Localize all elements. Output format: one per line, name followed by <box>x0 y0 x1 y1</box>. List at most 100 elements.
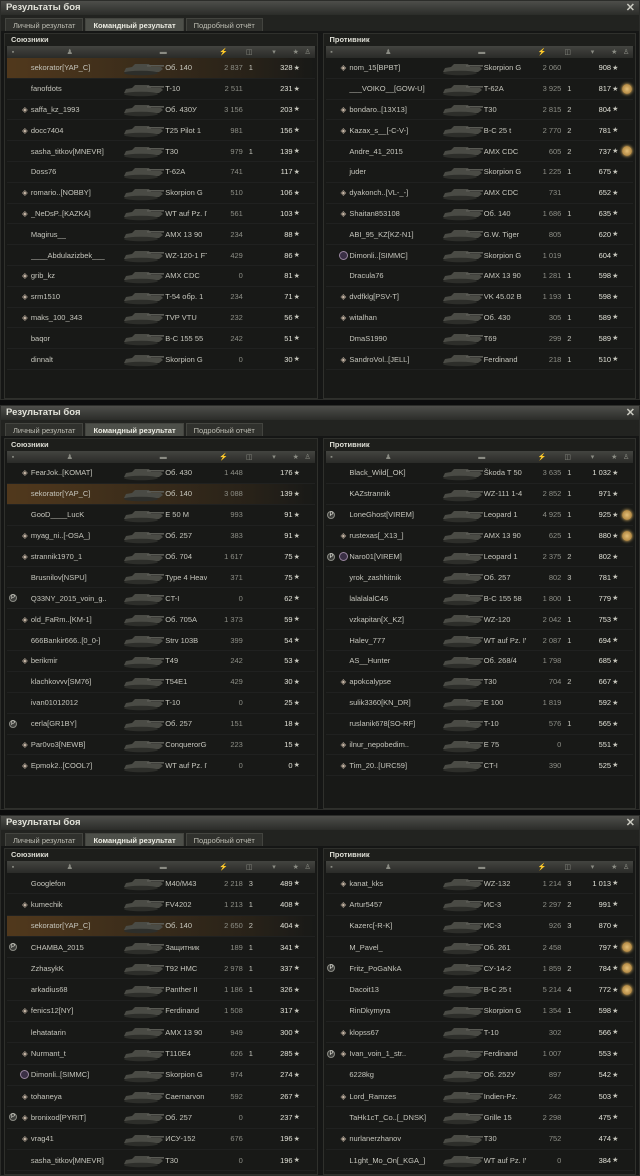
player-name[interactable]: cerla[GR1BY] <box>31 719 122 728</box>
player-row[interactable]: 666Bankir666..[0_0-] Strv 103B 399 54 ★ <box>7 630 315 652</box>
player-row[interactable]: ◈ old_FaRm..[KM-1] Об. 705A 1 373 59 ★ <box>7 609 315 631</box>
player-row[interactable]: Magirus__ AMX 13 90 234 88 ★ <box>7 224 315 246</box>
player-name[interactable]: vzkapitan[X_KZ] <box>349 615 440 624</box>
player-name[interactable]: GooD____LucK <box>31 510 122 519</box>
player-name[interactable]: Fritz_PoGaNkA <box>349 964 440 973</box>
player-name[interactable]: Dracula76 <box>349 271 440 280</box>
player-name[interactable]: kumechik <box>31 900 122 909</box>
player-row[interactable]: ◈Par0vo3[NEWB] ConquerorGC 223 15★ <box>7 735 315 756</box>
player-row[interactable]: ivan01012012 T-10 0 25 ★ <box>7 693 315 714</box>
player-name[interactable]: 6228kg <box>349 1070 440 1079</box>
player-row[interactable]: ◈ kumechik FV4202 1 213 1 408 ★ <box>7 894 315 916</box>
player-row[interactable]: RinDkymyra Skorpion G 1 354 1 598 ★ <box>325 1001 633 1023</box>
player-row[interactable]: sekorator[YAP_C] Об. 140 2 837 1 328 ★ <box>7 58 315 79</box>
player-name[interactable]: Dimonli..[SIMMC] <box>31 1070 122 1079</box>
player-name[interactable]: dvdfklg[PSV-T] <box>349 292 440 301</box>
player-name[interactable]: Nurmant_t <box>31 1049 122 1058</box>
player-name[interactable]: Epmok2..[COOL7] <box>31 761 122 770</box>
kills-column-icon[interactable]: ◫ <box>241 863 257 871</box>
player-name[interactable]: lehatatarin <box>31 1028 122 1037</box>
platoon-column-icon[interactable]: ▪ <box>7 49 19 56</box>
player-row[interactable]: ___VOIKO__[GOW-U] T-62A 3 925 1 817 ★ <box>325 79 633 100</box>
player-name[interactable]: Shaitan853108 <box>349 209 440 218</box>
player-row[interactable]: P ◈ Ivan_voin_1_str.. Ferdinand 1 007 553 ★ <box>325 1043 633 1065</box>
player-name[interactable]: nurlanerzhanov <box>349 1134 440 1143</box>
player-row[interactable]: dinnalt Skorpion G 0 30 ★ <box>7 349 315 370</box>
player-row[interactable]: baqor B-C 155 55 242 51 ★ <box>7 328 315 350</box>
player-row[interactable]: M_Pavel_ Об. 261 2 458 797 ★ <box>325 937 633 959</box>
player-row[interactable]: P ◈ bronixod[PYRIT] Об. 257 0 237 ★ <box>7 1107 315 1129</box>
close-icon[interactable]: ✕ <box>626 1 635 15</box>
tab-detailed[interactable]: Подробный отчёт <box>185 423 263 436</box>
tab-detailed[interactable]: Подробный отчёт <box>185 18 263 31</box>
player-row[interactable]: ◈ nurlanerzhanov T30 752 474 ★ <box>325 1129 633 1150</box>
player-name[interactable]: TaHk1cT_Co..[_DNSK] <box>349 1113 440 1122</box>
kills-column-icon[interactable]: ◫ <box>241 453 257 461</box>
player-name[interactable]: fenics12[NY] <box>31 1006 122 1015</box>
platoon-column-icon[interactable]: ▪ <box>7 864 19 871</box>
player-row[interactable]: ◈ fenics12[NY] Ferdinand 1 508 317 ★ <box>7 1001 315 1023</box>
player-row[interactable]: ◈ dvdfklg[PSV-T] VK 45.02 B 1 193 1 598 ★ <box>325 287 633 308</box>
player-name[interactable]: yrok_zashhitnik <box>349 573 440 582</box>
tab-detailed[interactable]: Подробный отчёт <box>185 833 263 846</box>
tab-personal[interactable]: Личный результат <box>5 18 84 31</box>
player-row[interactable]: KAZstrannik WZ-111 1-4 2 852 1 971 ★ <box>325 484 633 505</box>
player-name[interactable]: Magirus__ <box>31 230 122 239</box>
player-row[interactable]: Dracula76 AMX 13 90 1 281 1 598 ★ <box>325 266 633 287</box>
player-name[interactable]: ____Abdulazizbek___ <box>31 251 122 260</box>
player-name[interactable]: nom_15[BPBT] <box>349 63 440 72</box>
player-row[interactable]: 6228kg Об. 252У 897 542 ★ <box>325 1065 633 1086</box>
player-row[interactable]: ABI_95_KZ[KZ-N1] G.W. Tiger 805 620 ★ <box>325 224 633 246</box>
player-name[interactable]: M_Pavel_ <box>349 943 440 952</box>
player-name[interactable]: Ivan_voin_1_str.. <box>349 1049 440 1058</box>
player-row[interactable]: ◈ maks_100_343 TVP VTU 232 56 ★ <box>7 308 315 329</box>
tab-personal[interactable]: Личный результат <box>5 833 84 846</box>
extra-column-icon[interactable]: ♙ <box>619 453 633 461</box>
player-row[interactable]: juder Skorpion G 1 225 1 675 ★ <box>325 162 633 183</box>
platoon-column-icon[interactable]: ▪ <box>326 49 338 56</box>
player-row[interactable]: Black_Wild[_OK] Škoda T 50 3 635 1 1 032 ★ <box>325 463 633 484</box>
player-row[interactable]: ◈ vrag41 ИСУ-152 676 196 ★ <box>7 1129 315 1150</box>
player-row[interactable]: sasha_titkov[MNEVR] T30 0 196 ★ <box>7 1150 315 1172</box>
damage-column-icon[interactable]: ⚡ <box>206 453 242 461</box>
player-row[interactable]: Dacoit13 B-C 25 t 5 214 4 772 ★ <box>325 979 633 1001</box>
extra-column-icon[interactable]: ♙ <box>301 863 315 871</box>
player-row[interactable]: Dimonli..[SIMMC] Skorpion G 974 274 ★ <box>7 1065 315 1086</box>
close-icon[interactable]: ✕ <box>626 406 635 420</box>
player-row[interactable]: GooD____LucK E 50 M 993 91 ★ <box>7 505 315 526</box>
player-row[interactable]: yrok_zashhitnik Об. 257 802 3 781 ★ <box>325 567 633 589</box>
player-column-icon[interactable]: ♟ <box>19 48 121 56</box>
xp-column-icon[interactable]: ▾ <box>257 863 291 871</box>
player-name[interactable]: Andre_41_2015 <box>349 147 440 156</box>
medal-column-icon[interactable]: ★ <box>291 863 301 871</box>
player-row[interactable]: ◈ tohaneya Caernarvon 592 267 ★ <box>7 1086 315 1108</box>
player-name[interactable]: Par0vo3[NEWB] <box>31 740 122 749</box>
xp-column-icon[interactable]: ▾ <box>257 48 291 56</box>
player-row[interactable]: P Naro01[VIREM] Leopard 1 2 375 2 802 ★ <box>325 547 633 568</box>
player-column-icon[interactable]: ♟ <box>19 453 121 461</box>
player-name[interactable]: fanofdots <box>31 84 122 93</box>
player-row[interactable]: ◈ ilnur_nepobedim.. E 75 0 551 ★ <box>325 735 633 756</box>
damage-column-icon[interactable]: ⚡ <box>524 863 560 871</box>
player-name[interactable]: Kazerc[-R-K] <box>349 921 440 930</box>
player-row[interactable]: TaHk1cT_Co..[_DNSK] Grille 15 2 298 475 ★ <box>325 1107 633 1129</box>
kills-column-icon[interactable]: ◫ <box>560 453 576 461</box>
player-row[interactable]: arkadius68 Panther II 1 186 1 326 ★ <box>7 979 315 1001</box>
player-name[interactable]: Halev_777 <box>349 636 440 645</box>
player-name[interactable]: sekorator[YAP_C] <box>31 489 122 498</box>
player-row[interactable]: Pcerla[GR1BY] Об. 257 151 18 ★ <box>7 714 315 735</box>
player-name[interactable]: Tim_20..[URC59] <box>349 761 440 770</box>
player-row[interactable]: Dimonli..[SIMMC] Skorpion G 1 019 604 ★ <box>325 245 633 266</box>
player-name[interactable]: Naro01[VIREM] <box>349 552 440 561</box>
player-name[interactable]: ZzhasykK <box>31 964 122 973</box>
player-row[interactable]: ◈ kanat_kks WZ-132 1 214 3 1 013 ★ <box>325 873 633 895</box>
player-row[interactable]: ◈ SandroVol..[JELL] Ferdinand 218 1 510 ★ <box>325 349 633 370</box>
player-row[interactable]: vzkapitan[X_KZ] WZ-120 2 042 1 753 ★ <box>325 609 633 631</box>
player-row[interactable]: L1ght_Mo_On[_KGA_] WT auf Pz. IV 0 384 ★ <box>325 1150 633 1172</box>
kills-column-icon[interactable]: ◫ <box>560 863 576 871</box>
player-row[interactable]: ◈ saffa_kz_1993 Об. 430У 3 156 203 ★ <box>7 100 315 121</box>
player-name[interactable]: Brusnilov[NSPU] <box>31 573 122 582</box>
vehicle-column-icon[interactable]: ▬ <box>121 864 206 871</box>
extra-column-icon[interactable]: ♙ <box>619 863 633 871</box>
player-name[interactable]: rustexas[_X13_] <box>349 531 440 540</box>
